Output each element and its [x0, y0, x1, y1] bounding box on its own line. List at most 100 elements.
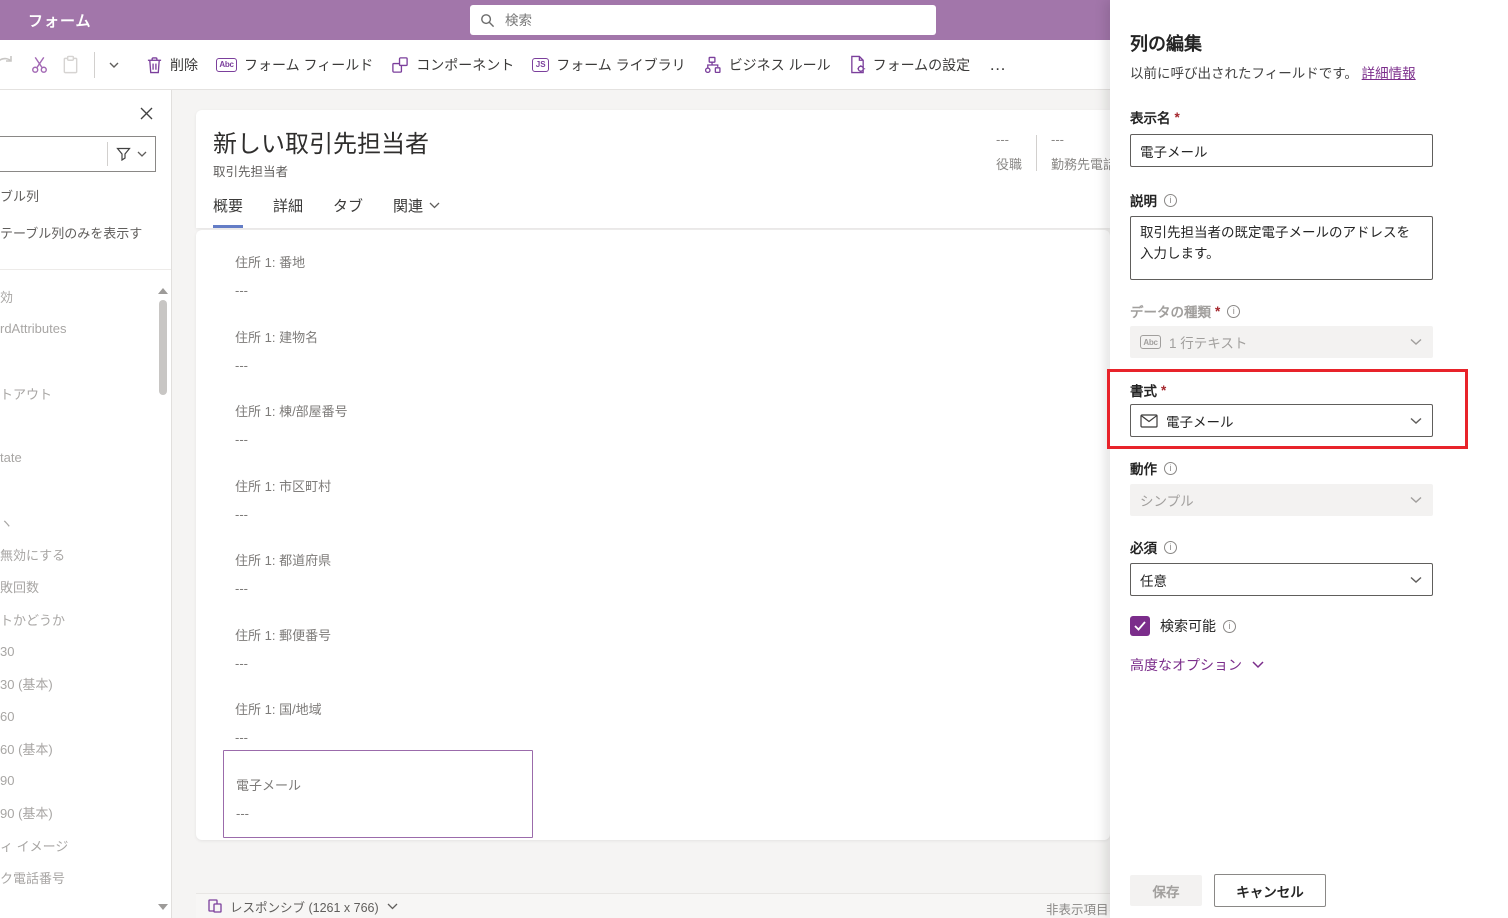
delete-button[interactable]: 削除: [137, 46, 207, 84]
form-title: 新しい取引先担当者: [213, 131, 429, 158]
tab-details[interactable]: 詳細: [273, 195, 303, 228]
column-list-item[interactable]: トかどうか: [0, 603, 155, 635]
column-list-item[interactable]: ィ イメージ: [0, 829, 155, 861]
panel-description: 以前に呼び出されたフィールドです。 詳細情報: [1130, 66, 1416, 81]
scroll-down-icon[interactable]: [158, 904, 168, 910]
toolbar-divider: [94, 51, 95, 78]
column-list-item[interactable]: [0, 345, 155, 377]
column-list-item[interactable]: 無効にする: [0, 538, 155, 570]
search-input[interactable]: [503, 11, 926, 29]
global-search[interactable]: [470, 5, 936, 35]
data-type-label: データの種類 * i: [1130, 301, 1241, 321]
format-dropdown[interactable]: 電子メール: [1130, 404, 1433, 437]
form-field[interactable]: 住所 1: 棟/部屋番号 ---: [223, 387, 533, 462]
paste-icon[interactable]: [55, 47, 86, 83]
required-dropdown[interactable]: 任意: [1130, 563, 1433, 596]
column-list-item[interactable]: 60 (基本): [0, 732, 155, 764]
description-textarea[interactable]: 取引先担当者の既定電子メールのアドレスを入力します。: [1130, 216, 1433, 280]
form-field[interactable]: 電子メール ---: [223, 749, 533, 838]
behavior-dropdown: シンプル: [1130, 484, 1433, 516]
clipboard-menu-chevron-icon[interactable]: [103, 47, 125, 83]
show-only-table-columns-label[interactable]: テーブル列のみを表示す: [0, 223, 142, 242]
column-list-item[interactable]: 90: [0, 764, 155, 796]
column-list-item[interactable]: 敗回数: [0, 571, 155, 603]
form-field[interactable]: 住所 1: 番地 ---: [223, 238, 533, 313]
form-field[interactable]: 住所 1: 郵便番号 ---: [223, 611, 533, 686]
filter-icon[interactable]: [116, 147, 131, 161]
required-asterisk: *: [1174, 109, 1180, 125]
info-icon: i: [1164, 461, 1177, 475]
column-list-item[interactable]: 30 (基本): [0, 668, 155, 700]
form-field[interactable]: 住所 1: 市区町村 ---: [223, 462, 533, 537]
form-fields-button[interactable]: Abc フォーム フィールド: [207, 46, 382, 84]
chevron-down-icon: [1410, 417, 1422, 424]
components-icon: [391, 56, 409, 74]
form-settings-button[interactable]: フォームの設定: [840, 46, 980, 84]
delete-label: 削除: [170, 56, 198, 73]
preview-divider: [1036, 134, 1038, 171]
header-field-businessphone[interactable]: --- 勤務先電話: [1051, 132, 1110, 173]
responsive-layout-label[interactable]: レスポンシブ (1261 x 766): [230, 897, 379, 916]
form-header-card: 新しい取引先担当者 取引先担当者 概要 詳細 タブ 関連 --- 役職 --- …: [196, 110, 1110, 228]
searchable-label: 検索可能 i: [1160, 616, 1236, 636]
envelope-icon: [1140, 413, 1158, 428]
info-icon: i: [1227, 304, 1241, 318]
filter-chevron-icon[interactable]: [137, 151, 147, 157]
form-field[interactable]: 住所 1: 建物名 ---: [223, 313, 533, 388]
column-list-item[interactable]: [0, 474, 155, 506]
table-columns-pane: ブル列 テーブル列のみを表示す 効 rdAttributes トアウト tate…: [0, 90, 172, 918]
column-list-item[interactable]: 効: [0, 280, 155, 312]
columns-search-box[interactable]: [0, 136, 156, 172]
tab-tabs[interactable]: タブ: [333, 195, 363, 228]
close-icon[interactable]: [135, 102, 157, 124]
form-field[interactable]: 住所 1: 国/地域 ---: [223, 685, 533, 760]
scroll-up-icon[interactable]: [158, 288, 168, 294]
layout-chevron-icon[interactable]: [387, 903, 398, 910]
undo-icon[interactable]: [0, 47, 24, 83]
chevron-down-icon: [1410, 496, 1422, 504]
hidden-items-label[interactable]: 非表示項目を: [1046, 899, 1110, 918]
required-asterisk: *: [1215, 303, 1221, 319]
tab-overview[interactable]: 概要: [213, 195, 244, 228]
searchable-checkbox-row[interactable]: 検索可能 i: [1130, 616, 1236, 636]
chevron-down-icon: [1410, 338, 1422, 346]
scrollbar-thumb[interactable]: [159, 300, 167, 395]
required-label: 必須 i: [1130, 537, 1177, 557]
trash-icon: [146, 56, 163, 74]
form-fields-column: 住所 1: 番地 --- 住所 1: 建物名 --- 住所 1: 棟/部屋番号 …: [223, 238, 533, 838]
column-list-item[interactable]: ク電話番号: [0, 861, 155, 893]
column-list-item[interactable]: tate: [0, 441, 155, 473]
business-rules-button[interactable]: ビジネス ルール: [695, 46, 840, 84]
chevron-down-icon: [1410, 576, 1422, 583]
column-list-item[interactable]: 30: [0, 635, 155, 667]
data-type-dropdown: Abc 1 行テキスト: [1130, 326, 1433, 358]
column-list-item[interactable]: トアウト: [0, 377, 155, 409]
tab-related[interactable]: 関連: [393, 195, 440, 228]
components-button[interactable]: コンポーネント: [382, 46, 523, 84]
abc-field-icon: Abc: [216, 57, 237, 72]
edit-column-panel: 列の編集 以前に呼び出されたフィールドです。 詳細情報 表示名* 説明i 取引先…: [1107, 0, 1508, 918]
header-field-jobtitle[interactable]: --- 役職: [996, 132, 1022, 173]
js-library-icon: JS: [532, 57, 550, 72]
cancel-button[interactable]: キャンセル: [1214, 874, 1326, 907]
column-list-item[interactable]: rdAttributes: [0, 312, 155, 344]
display-name-label: 表示名 *: [1130, 109, 1180, 127]
column-list-item[interactable]: ヽ: [0, 506, 155, 538]
save-button: 保存: [1130, 875, 1202, 906]
checkbox-checked-icon[interactable]: [1130, 616, 1150, 636]
form-libraries-button[interactable]: JS フォーム ライブラリ: [523, 46, 694, 84]
chevron-down-icon: [1252, 661, 1264, 669]
more-commands-button[interactable]: …: [979, 55, 1017, 75]
cut-icon[interactable]: [24, 47, 55, 83]
description-label: 説明 i: [1130, 190, 1177, 210]
columns-search-input[interactable]: [0, 145, 107, 163]
advanced-options-link[interactable]: 高度なオプション: [1130, 655, 1264, 675]
display-name-input[interactable]: [1130, 134, 1433, 167]
form-designer-canvas: 新しい取引先担当者 取引先担当者 概要 詳細 タブ 関連 --- 役職 --- …: [172, 90, 1110, 918]
form-field[interactable]: 住所 1: 都道府県 ---: [223, 536, 533, 611]
sidebar-scrollbar[interactable]: [155, 280, 171, 918]
column-list-item[interactable]: 60: [0, 700, 155, 732]
column-list-item[interactable]: [0, 409, 155, 441]
learn-more-link[interactable]: 詳細情報: [1362, 66, 1416, 81]
column-list-item[interactable]: 90 (基本): [0, 797, 155, 829]
